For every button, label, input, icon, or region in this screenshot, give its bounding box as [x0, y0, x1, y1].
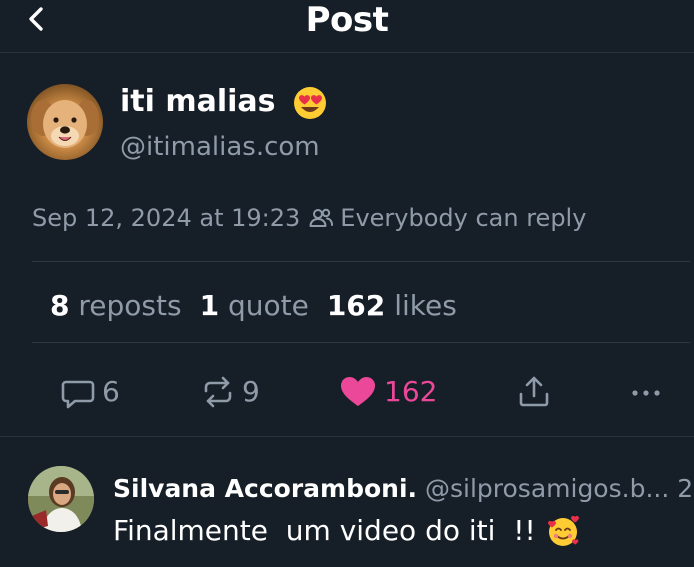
repost-icon	[204, 376, 232, 408]
person-avatar-image	[28, 466, 94, 532]
divider	[32, 261, 690, 262]
like-button[interactable]: 162	[338, 372, 437, 412]
top-bar: Post	[0, 0, 694, 53]
people-icon	[309, 208, 334, 227]
reply-setting[interactable]: Everybody can reply	[340, 200, 586, 236]
dog-avatar-image	[31, 100, 99, 148]
reply-header: Silvana Accoramboni. @silprosamigos.b...…	[113, 472, 694, 506]
repost-count: 9	[242, 375, 260, 408]
heart-filled-icon	[341, 377, 375, 406]
smiling-face-with-hearts-icon	[547, 515, 579, 546]
author-handle[interactable]: @itimalias.com	[120, 130, 320, 164]
engagement-stats: 8 reposts 1 quote 162 likes	[50, 286, 457, 326]
reply-button[interactable]: 6	[60, 372, 120, 412]
reply-text-content: Finalmente um video do iti !!	[113, 514, 536, 547]
post-screen: Post iti malias @itimalias.com Sep 12, 2…	[0, 0, 694, 567]
repost-button[interactable]: 9	[200, 372, 260, 412]
author-avatar[interactable]	[27, 84, 103, 160]
reply-author-handle[interactable]: @silprosamigos.b...	[425, 474, 669, 503]
author-name[interactable]: iti malias	[120, 82, 328, 122]
thread-divider	[0, 436, 694, 437]
divider	[32, 342, 690, 343]
reply-count: 6	[102, 375, 120, 408]
more-horizontal-icon	[632, 390, 660, 396]
reply-text[interactable]: Finalmente um video do iti !!	[113, 512, 580, 550]
more-options-button[interactable]	[628, 372, 664, 412]
heart-eyes-emoji-icon	[293, 86, 326, 119]
share-button[interactable]	[516, 372, 552, 412]
post-timestamp: Sep 12, 2024 at 19:23	[32, 204, 301, 232]
page-title: Post	[305, 0, 389, 40]
like-count: 162	[384, 375, 438, 408]
quotes-stat[interactable]: 1 quote	[200, 289, 309, 322]
author-name-text: iti malias	[120, 84, 276, 119]
reply-avatar[interactable]	[28, 466, 94, 532]
share-icon	[519, 376, 549, 407]
reply-time: 2m	[677, 474, 694, 503]
reply-author-name[interactable]: Silvana Accoramboni.	[113, 474, 417, 503]
post-meta: Sep 12, 2024 at 19:23 Everybody can repl…	[32, 200, 586, 236]
comment-icon	[61, 380, 95, 409]
likes-stat[interactable]: 162 likes	[327, 289, 457, 322]
reposts-stat[interactable]: 8 reposts	[50, 289, 182, 322]
